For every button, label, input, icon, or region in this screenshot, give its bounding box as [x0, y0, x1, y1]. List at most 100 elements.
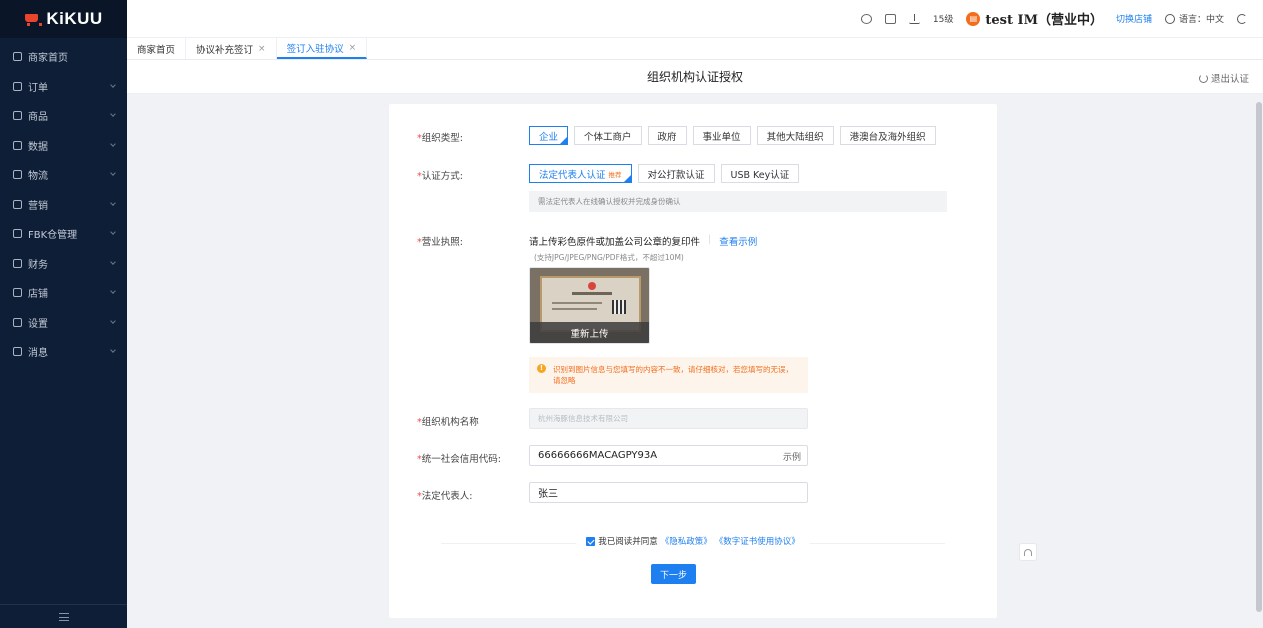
next-step-button[interactable]: 下一步 — [651, 564, 696, 584]
auth-method-usb-key[interactable]: USB Key认证 — [720, 164, 800, 183]
sidebar-item-home[interactable]: 商家首页 — [0, 42, 127, 72]
gear-icon — [13, 317, 22, 327]
tab-sign-agreement[interactable]: 签订入驻协议 × — [276, 38, 368, 59]
sidebar-item-data[interactable]: 数据 — [0, 131, 127, 161]
page-scrollbar[interactable] — [1255, 94, 1263, 628]
close-icon[interactable]: × — [349, 43, 357, 53]
legal-rep-label: *法定代表人: — [417, 491, 473, 502]
privacy-policy-link[interactable]: 《隐私政策》 — [661, 535, 712, 547]
legal-rep-field[interactable]: 张三 — [529, 482, 808, 503]
auth-method-hint: 需法定代表人在线确认授权并完成身份确认 — [529, 191, 947, 212]
auth-method-options: 法定代表人认证 推荐 对公打款认证 USB Key认证 — [529, 164, 800, 183]
divider: | — [708, 234, 712, 245]
sidebar-item-marketing[interactable]: 营销 — [0, 190, 127, 220]
auth-method-bank-transfer[interactable]: 对公打款认证 — [637, 164, 715, 183]
logout-icon[interactable] — [1237, 13, 1247, 24]
download-icon[interactable] — [908, 13, 920, 24]
warning-icon: ! — [537, 364, 546, 373]
seal-icon — [588, 282, 596, 290]
sidebar-item-products[interactable]: 商品 — [0, 101, 127, 131]
sidebar-item-label: 订单 — [28, 82, 48, 94]
exit-auth-button[interactable]: 退出认证 — [1198, 71, 1249, 85]
org-type-enterprise[interactable]: 企业 — [529, 126, 569, 145]
power-icon — [1198, 73, 1208, 83]
mail-icon[interactable] — [884, 13, 896, 24]
sidebar-item-orders[interactable]: 订单 — [0, 72, 127, 102]
auth-method-legal-rep[interactable]: 法定代表人认证 推荐 — [529, 164, 632, 183]
customer-service-button[interactable] — [1019, 543, 1037, 561]
license-instructions: 请上传彩色原件或加盖公司公章的复印件 | 查看示例 — [529, 234, 757, 248]
sidebar-item-store[interactable]: 店铺 — [0, 278, 127, 308]
tab-merchant-home[interactable]: 商家首页 — [127, 38, 187, 59]
tab-label: 商家首页 — [137, 44, 176, 56]
license-label: *营业执照: — [417, 237, 463, 248]
chevron-down-icon — [110, 199, 116, 206]
org-type-government[interactable]: 政府 — [647, 126, 687, 145]
chevron-down-icon — [110, 317, 116, 324]
logo[interactable]: KiKUU — [0, 0, 127, 38]
top-header: 15级 ▤ test IM（营业中） 切换店铺 语言：中文 — [127, 0, 1263, 38]
tab-label: 签订入驻协议 — [286, 43, 344, 55]
seller-level: 15级 — [932, 15, 954, 25]
reupload-button[interactable]: 重新上传 — [530, 322, 649, 343]
chevron-down-icon — [110, 140, 116, 147]
org-type-other-mainland[interactable]: 其他大陆组织 — [756, 126, 834, 145]
license-upload[interactable]: 重新上传 — [529, 267, 650, 344]
credit-code-field[interactable]: 66666666MACAGPY93A 示例 — [529, 445, 808, 466]
qr-code-icon — [612, 300, 626, 314]
switch-store-link[interactable]: 切换店铺 — [1116, 12, 1152, 25]
license-mismatch-warning: ! 识别到图片信息与您填写的内容不一致，请仔细核对，若您填写的无误，请忽略 — [529, 357, 808, 393]
chat-icon[interactable] — [860, 13, 872, 24]
digital-cert-agreement-link[interactable]: 《数字证书使用协议》 — [715, 535, 800, 547]
language-selector[interactable]: 语言：中文 — [1164, 12, 1224, 25]
monitor-icon — [13, 52, 22, 62]
view-example-link[interactable]: 查看示例 — [719, 234, 757, 248]
credit-code-example-link[interactable]: 示例 — [783, 450, 801, 463]
sidebar-item-fbk[interactable]: FBK仓管理 — [0, 219, 127, 249]
shield-icon — [13, 258, 22, 268]
agree-text: 我已阅读并同意 — [598, 537, 658, 547]
org-type-label: *组织类型: — [417, 133, 463, 144]
recommend-badge: 推荐 — [608, 170, 622, 179]
org-type-individual[interactable]: 个体工商户 — [574, 126, 642, 145]
message-icon — [13, 347, 22, 357]
chevron-down-icon — [110, 229, 116, 235]
warehouse-icon — [13, 229, 22, 239]
sidebar-menu: 商家首页 订单 商品 数据 物流 营销 FBK仓管理 财务 店铺 设置 消息 — [0, 38, 127, 367]
marketing-icon — [13, 199, 22, 209]
product-icon — [13, 111, 22, 121]
store-icon — [13, 288, 22, 298]
sidebar: KiKUU 商家首页 订单 商品 数据 物流 营销 FBK仓管理 财务 店铺 设… — [0, 0, 127, 628]
sidebar-item-settings[interactable]: 设置 — [0, 308, 127, 338]
org-name-field: 杭州海豚信息技术有限公司 — [529, 408, 808, 429]
org-type-institution[interactable]: 事业单位 — [692, 126, 751, 145]
store-name: test IM（营业中） — [985, 13, 1103, 28]
scrollbar-thumb[interactable] — [1256, 102, 1262, 612]
chevron-down-icon — [110, 170, 116, 176]
tab-supplement-agreement[interactable]: 协议补充签订 × — [186, 38, 277, 59]
sidebar-item-label: FBK仓管理 — [28, 230, 78, 242]
store-status[interactable]: ▤ test IM（营业中） — [966, 9, 1103, 28]
sidebar-item-finance[interactable]: 财务 — [0, 249, 127, 279]
sidebar-collapse-button[interactable] — [0, 604, 127, 628]
sidebar-item-messages[interactable]: 消息 — [0, 337, 127, 367]
auth-method-label: *认证方式: — [417, 171, 463, 182]
close-icon[interactable]: × — [258, 44, 266, 54]
sidebar-item-label: 设置 — [28, 318, 48, 330]
globe-icon — [1164, 13, 1175, 24]
tab-label: 协议补充签订 — [196, 44, 254, 56]
chevron-down-icon — [110, 111, 116, 117]
sidebar-item-logistics[interactable]: 物流 — [0, 160, 127, 190]
sidebar-item-label: 物流 — [28, 171, 48, 183]
sidebar-item-label: 商家首页 — [28, 53, 68, 65]
chevron-down-icon — [110, 258, 116, 265]
agree-checkbox[interactable] — [586, 536, 596, 546]
warning-text: 识别到图片信息与您填写的内容不一致，请仔细核对，若您填写的无误，请忽略 — [553, 365, 793, 385]
credit-code-value: 66666666MACAGPY93A — [538, 450, 658, 461]
page-tabs: 商家首页 协议补充签订 × 签订入驻协议 × — [127, 38, 1263, 60]
credit-code-label: *统一社会信用代码: — [417, 454, 501, 465]
sidebar-item-label: 营销 — [28, 200, 48, 212]
collapse-icon — [58, 612, 69, 621]
page-title: 组织机构认证授权 — [646, 70, 743, 84]
org-type-overseas[interactable]: 港澳台及海外组织 — [839, 126, 936, 145]
